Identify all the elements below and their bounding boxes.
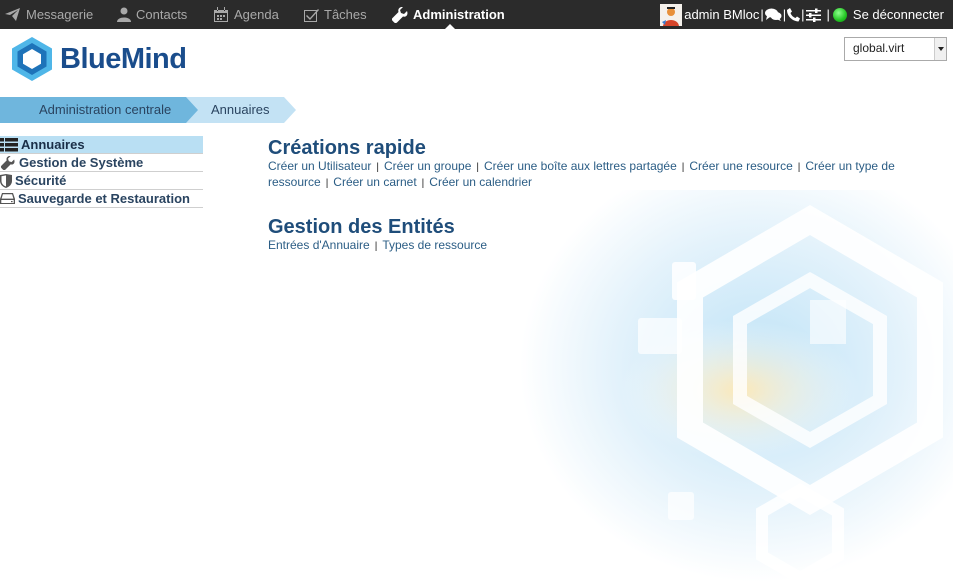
separator: | (760, 7, 764, 22)
section-title-entities: Gestion des Entités (268, 216, 455, 238)
separator: | (476, 162, 479, 173)
breadcrumb-label: Annuaires (211, 102, 270, 117)
separator: | (421, 178, 425, 189)
top-navigation-bar: Messagerie Contacts Agenda Tâches Admini… (0, 0, 953, 30)
logout-link[interactable]: Se déconnecter (853, 7, 944, 22)
breadcrumb-label: Administration centrale (39, 102, 172, 117)
separator: | (797, 162, 801, 173)
sidebar-item-securite[interactable]: Sécurité (0, 172, 203, 190)
separator: | (826, 7, 830, 22)
section-title-quick-create: Créations rapide (268, 137, 426, 159)
link-create-resource[interactable]: Créer une resource (689, 159, 792, 173)
separator: | (374, 241, 378, 252)
phone-icon (787, 7, 801, 21)
avatar[interactable] (660, 3, 683, 26)
hexagon-logo-icon (12, 37, 52, 81)
chevron-down-icon (934, 38, 946, 60)
domain-select-value: global.virt (853, 41, 905, 55)
presence-status-icon[interactable] (832, 7, 847, 22)
link-create-user[interactable]: Créer un Utilisateur (268, 159, 371, 173)
user-tools: admin BMloc | | | | Se déconnecter (4, 0, 953, 29)
chat-icon (764, 8, 782, 21)
drive-icon (0, 193, 15, 204)
breadcrumb-administration-centrale[interactable]: Administration centrale (0, 97, 198, 123)
sidebar-item-label: Sauvegarde et Restauration (18, 191, 190, 206)
settings-button[interactable] (805, 8, 821, 22)
shield-icon (0, 173, 12, 188)
separator: | (782, 7, 787, 22)
bluemind-logo[interactable]: BlueMind (10, 36, 187, 82)
link-create-calendar[interactable]: Créer un calendrier (429, 175, 532, 189)
link-resource-types[interactable]: Types de ressource (382, 238, 487, 252)
link-directory-entries[interactable]: Entrées d'Annuaire (268, 238, 370, 252)
breadcrumb: Administration centrale Annuaires (0, 97, 310, 123)
logo-text: BlueMind (60, 42, 187, 75)
quick-create-section: Créations rapide Créer un Utilisateur | Cr… (268, 137, 943, 191)
link-create-shared-mailbox[interactable]: Créer une boîte aux lettres partagée (484, 159, 677, 173)
sliders-icon (805, 8, 821, 22)
sidebar: Annuaires Gestion de Système Sécurité Sa… (0, 136, 203, 208)
separator: | (801, 7, 805, 22)
sidebar-item-sauvegarde[interactable]: Sauvegarde et Restauration (0, 190, 203, 208)
sidebar-item-gestion-systeme[interactable]: Gestion de Système (0, 154, 203, 172)
separator: | (325, 178, 329, 189)
quick-create-links: Créer un Utilisateur | Créer un groupe | Cré… (268, 159, 943, 191)
entity-links: Entrées d'Annuaire | Types de ressource (268, 238, 487, 254)
decorative-background (520, 190, 953, 582)
user-name[interactable]: admin BMloc (684, 7, 759, 22)
list-icon (0, 137, 18, 151)
phone-button[interactable] (787, 7, 801, 22)
sidebar-item-label: Gestion de Système (19, 155, 144, 170)
sidebar-item-label: Sécurité (15, 173, 67, 188)
domain-select[interactable]: global.virt (844, 37, 947, 61)
wrench-icon (0, 155, 15, 170)
breadcrumb-annuaires[interactable]: Annuaires (185, 97, 296, 123)
sidebar-item-annuaires[interactable]: Annuaires (0, 136, 203, 154)
link-create-group[interactable]: Créer un groupe (384, 159, 471, 173)
chat-button[interactable] (764, 8, 782, 22)
entities-section: Gestion des Entités Entrées d'Annuaire | T… (268, 216, 487, 254)
separator: | (376, 162, 379, 173)
sidebar-item-label: Annuaires (21, 137, 85, 152)
link-create-addressbook[interactable]: Créer un carnet (333, 175, 416, 189)
main-content: Créations rapide Créer un Utilisateur | Cr… (268, 136, 943, 252)
separator: | (681, 162, 685, 173)
